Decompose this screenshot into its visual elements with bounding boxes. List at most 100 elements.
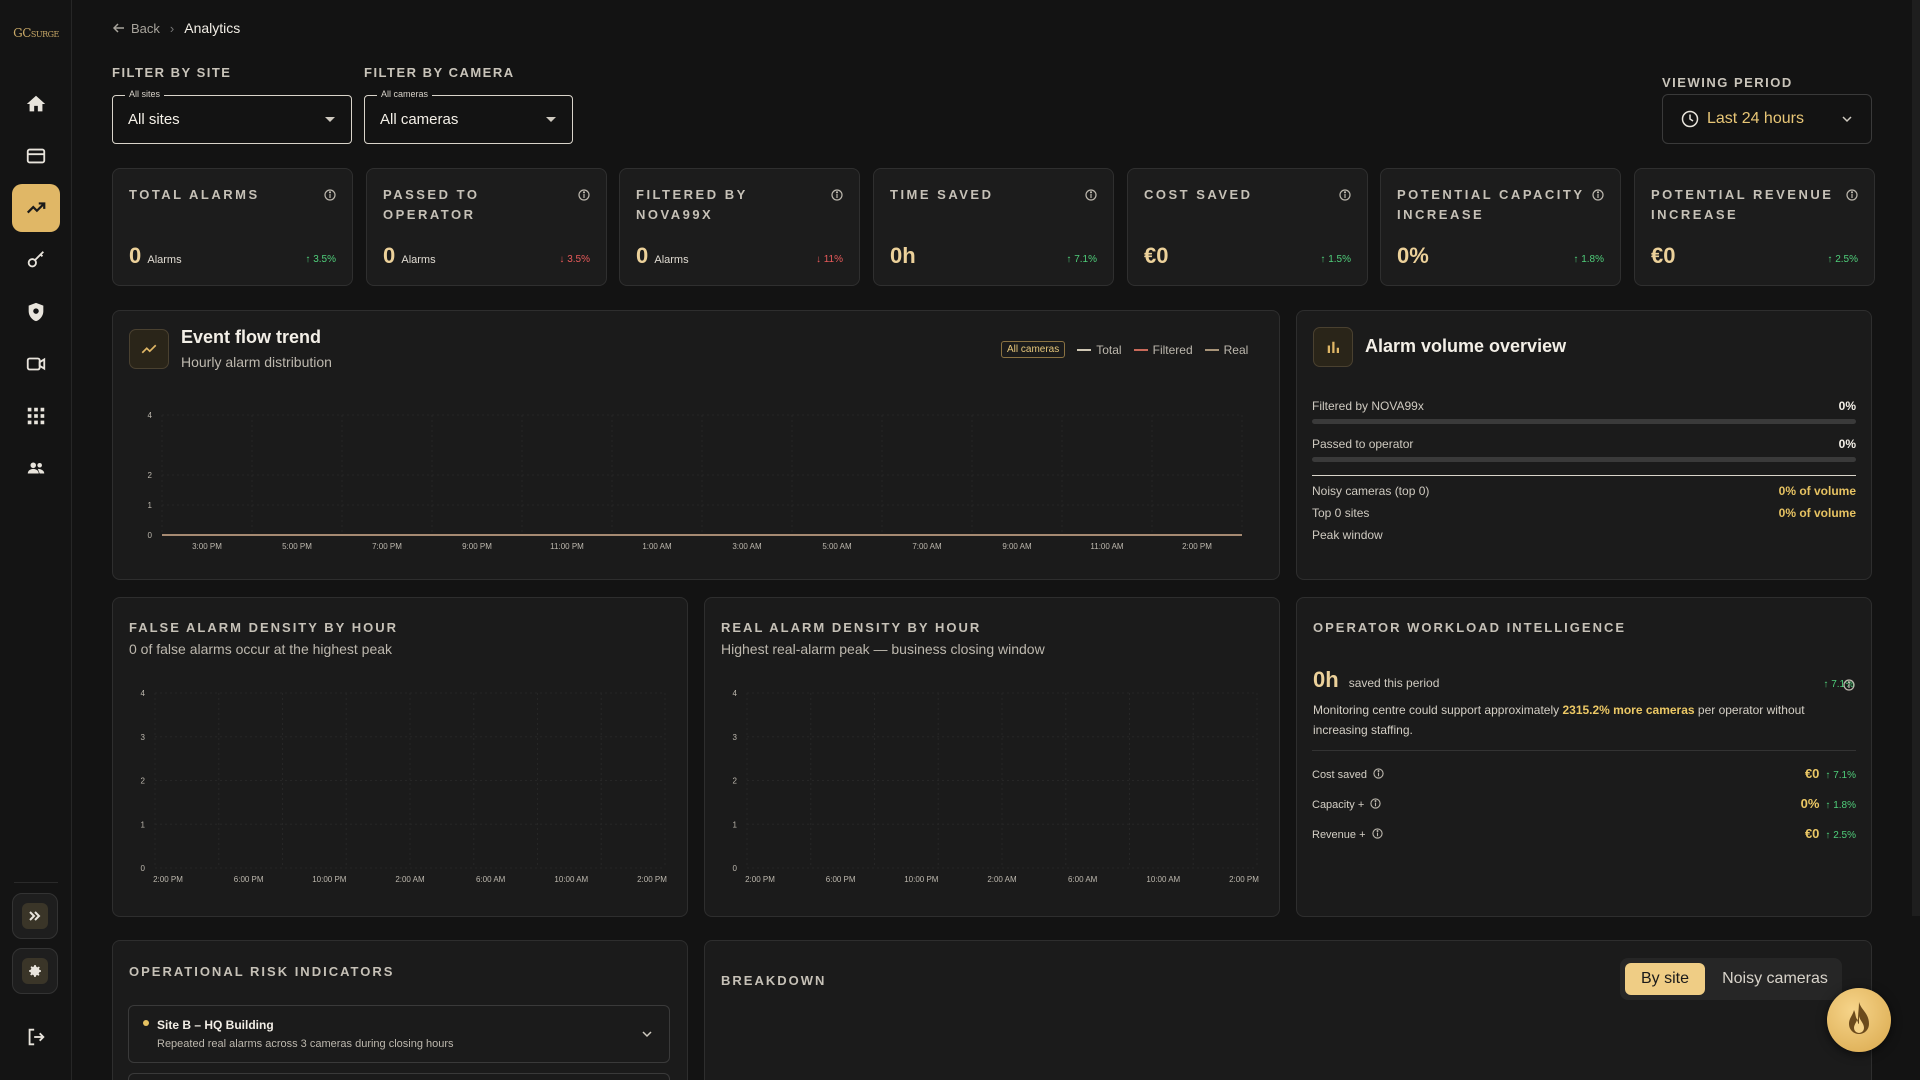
info-icon[interactable] [1085,189,1097,201]
x-tick-label: 3:00 PM [192,542,222,551]
period-select[interactable]: Last 24 hours [1662,94,1872,144]
x-tick-label: 5:00 AM [822,542,852,551]
y-tick-label: 1 [148,501,153,510]
analytics-icon[interactable] [12,184,60,232]
info-icon[interactable] [1370,798,1381,809]
back-label: Back [131,20,160,36]
y-tick-label: 0 [148,531,153,540]
sidebar: GCSURGE [0,0,72,1080]
info-icon[interactable] [1843,679,1855,691]
info-icon[interactable] [578,189,590,201]
camera-select[interactable]: All cameras All cameras [364,89,573,144]
key-icon[interactable] [12,236,60,284]
workload-hours: 0h saved this period [1313,667,1440,692]
info-icon[interactable] [1371,828,1383,839]
site-select-float-label: All sites [125,89,165,99]
chevron-down-icon [642,1031,652,1038]
camera-filter-label: FILTER BY CAMERA [364,65,515,80]
tab-noisy-cameras[interactable]: Noisy cameras [1712,963,1838,995]
x-tick-label: 1:00 AM [642,542,672,551]
assistant-flame-button[interactable] [1827,988,1891,1052]
settings-button[interactable] [12,948,58,994]
info-icon[interactable] [324,189,336,201]
false-density-title: FALSE ALARM DENSITY BY HOUR [129,620,399,635]
shield-icon[interactable] [12,288,60,336]
kpi-card[interactable]: TIME SAVED 0h ↑ 7.1% [873,168,1114,286]
camera-select-float-label: All cameras [377,89,433,99]
site-select-value: All sites [128,111,180,128]
workload-row: Revenue + €0 ↑ 2.5% [1312,826,1856,841]
site-filter-label: FILTER BY SITE [112,65,232,80]
workload-row: Capacity + 0% ↑ 1.8% [1312,796,1856,811]
x-tick-label: 10:00 PM [312,875,347,884]
info-icon[interactable] [1373,768,1384,779]
users-icon[interactable] [12,444,60,492]
x-tick-label: 10:00 AM [554,875,588,884]
breadcrumb: Back › Analytics [113,20,240,36]
kpi-card[interactable]: PASSED TO OPERATOR 0 Alarms ↓ 3.5% [366,168,607,286]
x-tick-label: 6:00 AM [476,875,506,884]
camera-select-value: All cameras [380,111,459,128]
x-tick-label: 2:00 PM [745,875,775,884]
y-tick-label: 2 [148,471,153,480]
billing-icon[interactable] [12,132,60,180]
y-tick-label: 1 [141,820,146,829]
tab-by-site[interactable]: By site [1625,963,1705,995]
page-title: Analytics [184,20,241,36]
x-tick-label: 6:00 PM [826,875,856,884]
camera-icon[interactable] [12,340,60,388]
double-chevron-icon [22,903,48,929]
x-tick-label: 6:00 AM [1068,875,1098,884]
kpi-value: 0% [1397,243,1429,268]
noisy-cameras-row: Noisy cameras (top 0) 0% of volume [1312,484,1856,498]
brand-logo[interactable]: GCSURGE [4,26,68,40]
legend-real: Real [1204,343,1248,357]
passed-bar-row: Passed to operator 0% [1312,437,1856,462]
expand-sidebar-button[interactable] [12,893,58,939]
grid-icon[interactable] [12,392,60,440]
y-tick-label: 1 [733,820,738,829]
kpi-card[interactable]: TOTAL ALARMS 0 Alarms ↑ 3.5% [112,168,353,286]
workload-description: Monitoring centre could support approxim… [1313,703,1805,737]
camera-chip[interactable]: All cameras [1001,341,1066,358]
top-sites-row: Top 0 sites 0% of volume [1312,506,1856,520]
risk-item-title: Site B – HQ Building [157,1018,274,1032]
risk-item[interactable] [128,1073,670,1080]
breakdown-toggle: By site Noisy cameras [1620,958,1842,1000]
kpi-delta: ↑ 1.5% [1320,254,1351,265]
y-tick-label: 0 [141,864,146,873]
arrow-left-icon [113,23,124,33]
site-select[interactable]: All sites All sites [112,89,352,144]
x-tick-label: 2:00 PM [1229,875,1259,884]
risk-title: OPERATIONAL RISK INDICATORS [129,964,395,979]
back-link[interactable]: Back [113,21,160,36]
filtered-progress-bar [1312,419,1856,424]
risk-item[interactable]: Site B – HQ Building Repeated real alarm… [128,1005,670,1063]
event-flow-subtitle: Hourly alarm distribution [181,354,332,370]
logout-icon[interactable] [12,1013,60,1061]
sidebar-divider [14,882,58,883]
peak-window-row: Peak window [1312,528,1383,542]
kpi-card[interactable]: POTENTIAL REVENUE INCREASE €0 ↑ 2.5% [1634,168,1875,286]
period-value: Last 24 hours [1707,110,1804,127]
kpi-card[interactable]: COST SAVED €0 ↑ 1.5% [1127,168,1368,286]
kpi-value: 0h [890,243,916,268]
kpi-delta: ↑ 3.5% [305,254,336,265]
divider [1312,475,1856,476]
home-icon[interactable] [12,80,60,128]
info-icon[interactable] [1592,189,1604,201]
chevron-right-icon: › [169,20,175,36]
kpi-card[interactable]: FILTERED BY NOVA99X 0 Alarms ↓ 11% [619,168,860,286]
x-tick-label: 2:00 AM [987,875,1017,884]
x-tick-label: 11:00 PM [550,542,584,551]
info-icon[interactable] [1339,189,1351,201]
info-icon[interactable] [1846,189,1858,201]
kpi-card[interactable]: POTENTIAL CAPACITY INCREASE 0% ↑ 1.8% [1380,168,1621,286]
x-tick-label: 5:00 PM [282,542,312,551]
x-tick-label: 2:00 PM [637,875,667,884]
info-icon[interactable] [831,189,843,201]
false-density-subtitle: 0 of false alarms occur at the highest p… [129,641,393,657]
scrollbar[interactable] [1912,0,1920,916]
y-tick-label: 0 [733,864,738,873]
passed-progress-bar [1312,457,1856,462]
